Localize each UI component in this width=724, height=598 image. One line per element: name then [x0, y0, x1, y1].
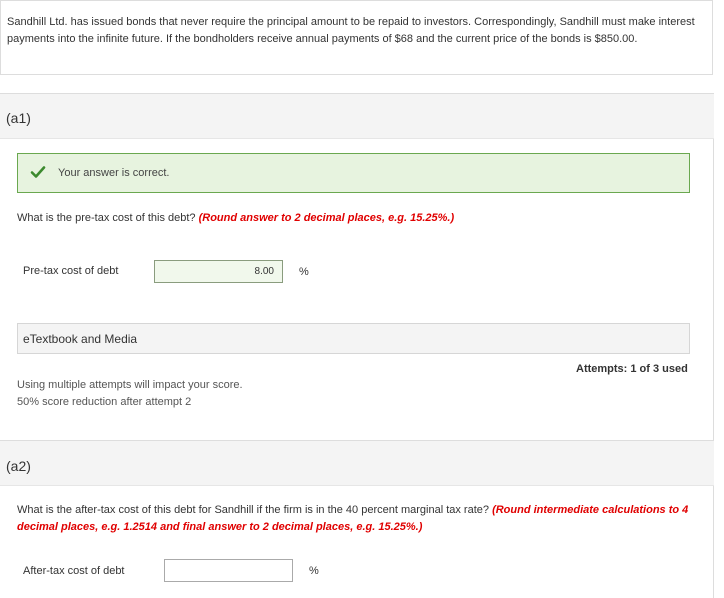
section-border-a1	[713, 93, 714, 440]
score-reduction-notice: 50% score reduction after attempt 2	[17, 396, 192, 408]
attempts-notice: Using multiple attempts will impact your…	[17, 379, 243, 391]
question-a2: What is the after-tax cost of this debt …	[17, 502, 707, 536]
aftertax-cost-input[interactable]	[164, 559, 293, 582]
etextbook-label: eTextbook and Media	[23, 332, 138, 346]
aftertax-cost-label: After-tax cost of debt	[23, 565, 125, 577]
checkmark-icon	[30, 166, 46, 178]
problem-statement: Sandhill Ltd. has issued bonds that neve…	[0, 0, 713, 75]
pretax-cost-label: Pre-tax cost of debt	[23, 265, 119, 277]
section-label-a1: (a1)	[6, 110, 31, 126]
question-a1: What is the pre-tax cost of this debt? (…	[17, 210, 454, 227]
section-header-a2: (a2)	[0, 440, 714, 486]
section-header-a1: (a1)	[0, 93, 714, 139]
pretax-unit-label: %	[299, 266, 309, 278]
section-label-a2: (a2)	[6, 458, 31, 474]
question-text-a2: What is the after-tax cost of this debt …	[17, 504, 490, 516]
pretax-cost-input[interactable]: 8.00	[154, 260, 283, 283]
question-hint-a1: (Round answer to 2 decimal places, e.g. …	[198, 212, 455, 224]
correct-feedback-banner: Your answer is correct.	[17, 153, 690, 193]
feedback-message: Your answer is correct.	[58, 167, 170, 179]
question-text-a1: What is the pre-tax cost of this debt?	[17, 212, 196, 224]
problem-text: Sandhill Ltd. has issued bonds that neve…	[7, 16, 695, 45]
attempts-counter: Attempts: 1 of 3 used	[576, 363, 688, 375]
etextbook-media-button[interactable]: eTextbook and Media	[17, 323, 690, 354]
aftertax-unit-label: %	[309, 565, 319, 577]
